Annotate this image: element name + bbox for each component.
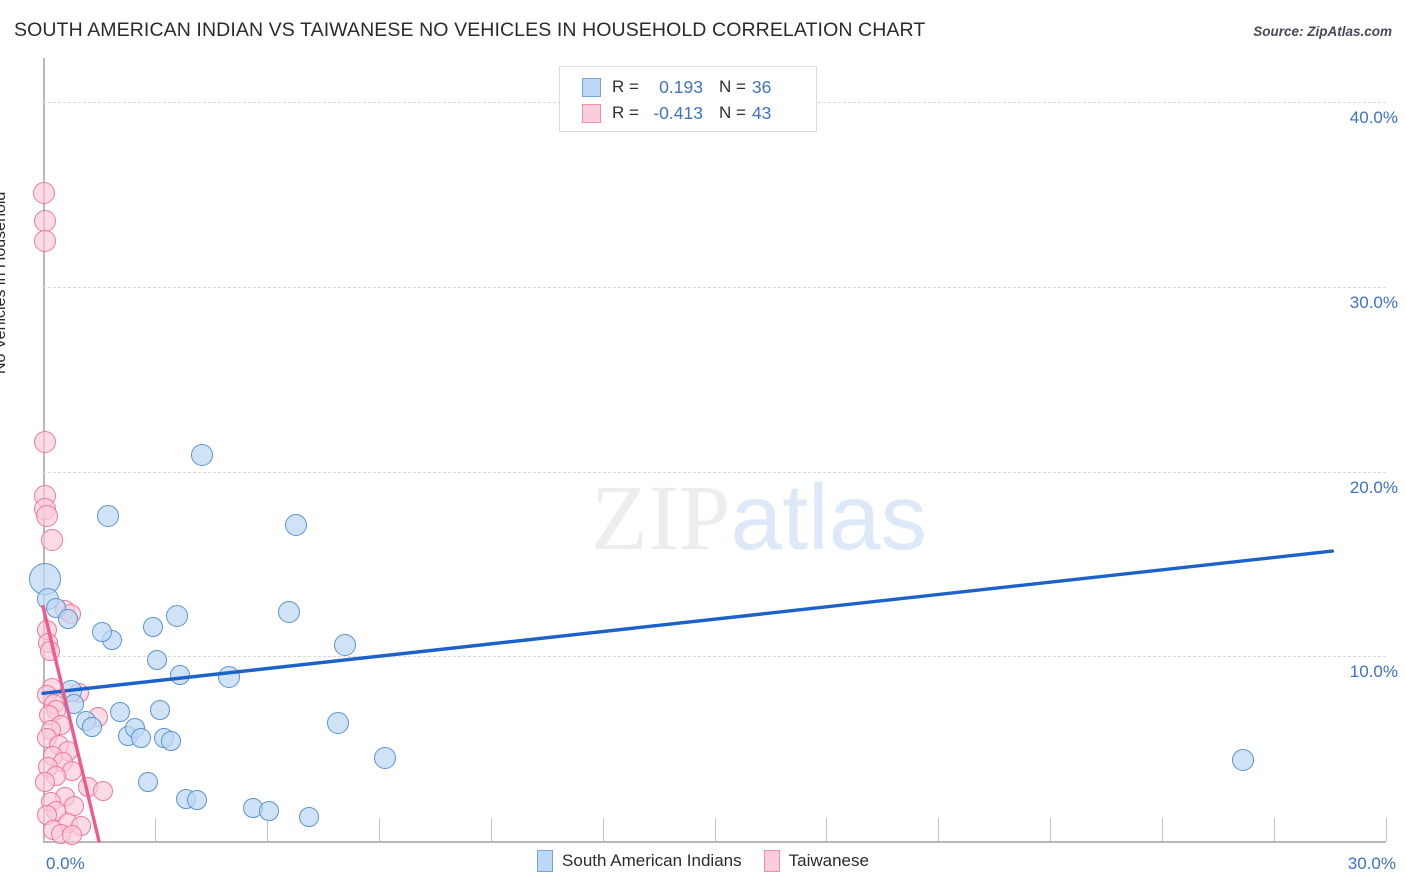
data-point[interactable] [374, 746, 397, 769]
series-legend: South American Indians Taiwanese [0, 850, 1406, 872]
legend-marker-south-american-indians-icon [537, 850, 554, 872]
data-point[interactable] [131, 727, 152, 748]
x-axis-tick [266, 818, 268, 841]
data-point[interactable] [190, 444, 213, 467]
data-point[interactable] [187, 790, 208, 811]
data-point[interactable] [278, 601, 301, 623]
legend-item-south-american-indians[interactable]: South American Indians [537, 850, 742, 872]
data-point[interactable] [142, 616, 163, 637]
data-point[interactable] [217, 665, 240, 688]
legend-swatch-blue-icon [582, 77, 601, 97]
stats-row-taiwanese: R = -0.413 N = 43 [582, 100, 816, 126]
x-axis-tick [1274, 818, 1276, 841]
data-point[interactable] [33, 209, 56, 232]
legend-marker-taiwanese-icon [763, 850, 780, 872]
data-point[interactable] [40, 528, 63, 551]
y-tick-label: 40.0% [1349, 108, 1398, 128]
data-point[interactable] [93, 781, 114, 802]
stats-n-label-blue: N = [718, 77, 746, 96]
data-point[interactable] [1231, 748, 1254, 771]
x-axis-tick [490, 818, 492, 841]
data-point[interactable] [299, 806, 320, 827]
legend-swatch-pink-icon [582, 103, 601, 123]
x-axis-tick [1162, 818, 1164, 841]
data-point[interactable] [35, 771, 56, 792]
data-point[interactable] [150, 699, 171, 720]
data-point[interactable] [96, 504, 119, 527]
data-point[interactable] [169, 664, 190, 685]
x-axis-tick [826, 818, 828, 841]
data-point[interactable] [138, 771, 159, 792]
stats-n-value-pink: 43 [751, 102, 772, 123]
data-point[interactable] [34, 431, 57, 454]
y-axis-title: No Vehicles in Household [0, 191, 9, 374]
y-tick-label: 20.0% [1349, 477, 1398, 497]
data-point[interactable] [57, 609, 78, 630]
legend-item-taiwanese[interactable]: Taiwanese [763, 850, 869, 872]
scatter-plot-area: ZIPatlas [29, 58, 1386, 846]
data-point[interactable] [334, 634, 357, 657]
x-axis-tick [1386, 818, 1387, 841]
stats-r-label-pink: R = [612, 103, 639, 122]
data-point[interactable] [82, 716, 103, 737]
x-axis-tick [602, 818, 604, 841]
data-point[interactable] [109, 701, 130, 722]
correlation-stats-legend: R = 0.193 N = 36 R = -0.413 N = 43 [559, 66, 817, 132]
gridline-20 [43, 471, 1386, 473]
x-axis-tick [938, 818, 940, 841]
data-point[interactable] [166, 604, 189, 627]
gridline-10 [43, 656, 1386, 658]
stats-row-south-american-indians: R = 0.193 N = 36 [582, 74, 816, 100]
stats-r-label-blue: R = [612, 77, 639, 96]
data-point[interactable] [39, 640, 60, 661]
y-tick-label: 10.0% [1349, 662, 1398, 682]
data-point[interactable] [160, 731, 181, 752]
data-point[interactable] [259, 801, 280, 822]
zipatlas-watermark: ZIPatlas [591, 464, 927, 572]
chart-header: SOUTH AMERICAN INDIAN VS TAIWANESE NO VE… [0, 0, 1406, 55]
data-point[interactable] [327, 711, 350, 734]
data-point[interactable] [147, 650, 168, 671]
y-tick-label: 30.0% [1349, 292, 1398, 312]
stats-n-label-pink: N = [718, 103, 746, 122]
x-axis-tick [1050, 818, 1052, 841]
x-axis-tick [154, 818, 156, 841]
data-point[interactable] [284, 514, 307, 537]
gridline-30 [43, 286, 1386, 288]
source-attribution: Source: ZipAtlas.com [1253, 24, 1392, 39]
page-title: SOUTH AMERICAN INDIAN VS TAIWANESE NO VE… [14, 19, 926, 41]
legend-label-south-american-indians: South American Indians [562, 851, 742, 870]
data-point[interactable] [34, 229, 57, 252]
data-point[interactable] [36, 504, 59, 527]
legend-label-taiwanese: Taiwanese [788, 851, 869, 870]
watermark-zip: ZIP [591, 467, 731, 570]
x-axis-line [43, 841, 1386, 843]
x-axis-tick [714, 818, 716, 841]
stats-n-value-blue: 36 [751, 76, 772, 97]
stats-r-value-blue: 0.193 [659, 76, 703, 97]
stats-r-value-pink: -0.413 [653, 102, 703, 123]
watermark-atlas: atlas [730, 465, 927, 569]
data-point[interactable] [32, 181, 55, 204]
x-axis-tick [378, 818, 380, 841]
